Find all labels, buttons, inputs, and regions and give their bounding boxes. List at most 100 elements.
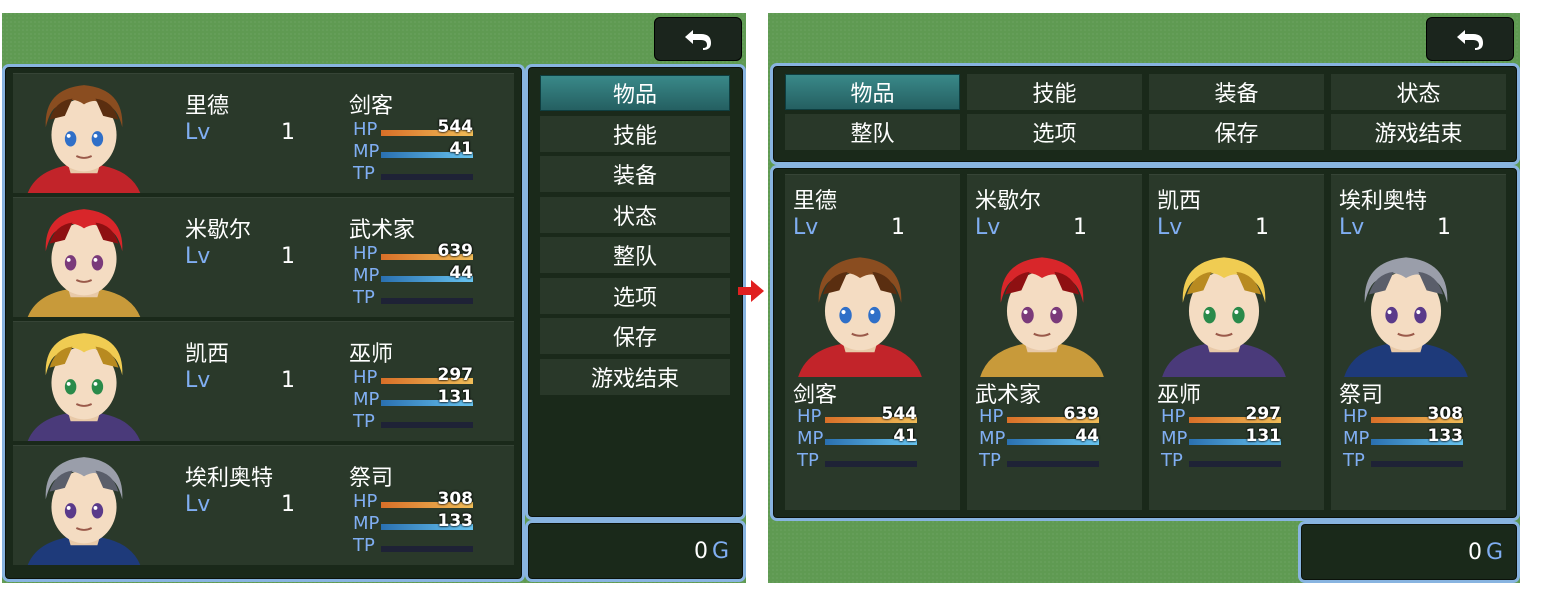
tp-label: TP bbox=[353, 163, 375, 184]
mp-gauge: MP 41 bbox=[797, 427, 917, 451]
gold-value: 0 bbox=[693, 538, 708, 564]
hp-label: HP bbox=[353, 119, 378, 140]
command-6[interactable]: 选项 bbox=[540, 277, 730, 314]
actor-class: 剑客 bbox=[349, 94, 394, 119]
command-3[interactable]: 装备 bbox=[540, 156, 730, 192]
tp-gauge-track bbox=[381, 298, 473, 304]
portrait-michelle bbox=[27, 209, 141, 317]
level-label: Lv bbox=[185, 368, 211, 393]
actor-column[interactable]: 里德 Lv 1 剑客 HP 544 MP 41 TP bbox=[785, 174, 960, 510]
command-1[interactable]: 物品 bbox=[785, 74, 960, 110]
level-label: Lv bbox=[185, 244, 211, 269]
mp-gauge: MP 133 bbox=[353, 512, 473, 536]
hp-label: HP bbox=[1343, 406, 1368, 427]
level-label: Lv bbox=[1339, 215, 1365, 240]
actor-row[interactable]: 埃利奥特 Lv 1 祭司 HP 308 MP 133 TP bbox=[13, 445, 514, 565]
actor-class: 武术家 bbox=[975, 383, 1042, 408]
actor-class: 祭司 bbox=[349, 466, 394, 491]
actor-name: 埃利奥特 bbox=[1339, 189, 1428, 214]
mp-value: 44 bbox=[1075, 426, 1099, 446]
gold-display: 0 G bbox=[1468, 524, 1503, 580]
command-2[interactable]: 技能 bbox=[540, 115, 730, 152]
tp-label: TP bbox=[797, 450, 819, 471]
command-5[interactable]: 整队 bbox=[785, 114, 960, 150]
right-arrow-icon bbox=[738, 280, 764, 302]
mp-value: 44 bbox=[449, 263, 473, 283]
actor-class: 武术家 bbox=[349, 218, 416, 243]
level-value: 1 bbox=[1255, 215, 1269, 240]
tp-label: TP bbox=[979, 450, 1001, 471]
level-label: Lv bbox=[975, 215, 1001, 240]
tp-gauge-track bbox=[1371, 461, 1463, 467]
command-3[interactable]: 装备 bbox=[1149, 74, 1324, 110]
actor-name: 凯西 bbox=[1157, 189, 1202, 214]
mp-label: MP bbox=[353, 141, 380, 162]
command-4[interactable]: 状态 bbox=[540, 196, 730, 233]
mp-label: MP bbox=[797, 428, 824, 449]
actor-portrait bbox=[1157, 243, 1291, 377]
actor-column[interactable]: 米歇尔 Lv 1 武术家 HP 639 MP 44 TP bbox=[967, 174, 1142, 510]
actor-class: 巫师 bbox=[1157, 383, 1202, 408]
hp-label: HP bbox=[353, 491, 378, 512]
command-1[interactable]: 物品 bbox=[540, 75, 730, 111]
tp-gauge: TP bbox=[353, 164, 473, 186]
actor-class: 祭司 bbox=[1339, 383, 1384, 408]
actor-portrait bbox=[17, 75, 151, 193]
menu-screen-vertical: 里德 Lv 1 剑客 HP 544 MP 41 TP 米歇尔 Lv 1 武术家 HP 639 MP 44 TP 凯西… bbox=[2, 13, 746, 583]
actor-name: 里德 bbox=[185, 94, 230, 119]
gauge-group: HP 639 MP 44 TP bbox=[979, 405, 1099, 473]
actor-portrait bbox=[793, 243, 927, 377]
level-value: 1 bbox=[1437, 215, 1451, 240]
hp-label: HP bbox=[797, 406, 822, 427]
back-button[interactable] bbox=[654, 17, 742, 61]
command-5[interactable]: 整队 bbox=[540, 237, 730, 273]
mp-gauge: MP 44 bbox=[979, 426, 1099, 451]
tp-label: TP bbox=[353, 287, 375, 308]
hp-value: 297 bbox=[1245, 404, 1282, 424]
gauge-group: HP 308 MP 133 TP bbox=[353, 489, 474, 558]
level-value: 1 bbox=[281, 120, 295, 145]
tp-label: TP bbox=[1343, 450, 1365, 471]
command-window: 物品技能装备状态整队选项保存游戏结束 bbox=[525, 64, 746, 520]
tp-gauge-track bbox=[381, 546, 473, 552]
actor-column[interactable]: 埃利奥特 Lv 1 祭司 HP 308 MP 133 TP bbox=[1331, 174, 1506, 510]
hp-label: HP bbox=[979, 406, 1004, 427]
mp-label: MP bbox=[353, 389, 380, 410]
tp-gauge: TP bbox=[353, 288, 473, 310]
command-8[interactable]: 游戏结束 bbox=[1331, 114, 1506, 150]
command-2[interactable]: 技能 bbox=[967, 74, 1142, 110]
mp-label: MP bbox=[1343, 428, 1370, 449]
back-button[interactable] bbox=[1426, 17, 1514, 61]
tp-label: TP bbox=[353, 535, 375, 556]
tp-gauge-track bbox=[381, 422, 473, 428]
hp-value: 544 bbox=[881, 404, 918, 424]
tp-label: TP bbox=[353, 411, 375, 432]
gold-display: 0 G bbox=[694, 523, 729, 579]
mp-gauge: MP 133 bbox=[1343, 427, 1463, 451]
command-7[interactable]: 保存 bbox=[540, 318, 730, 354]
hp-label: HP bbox=[353, 243, 378, 264]
command-7[interactable]: 保存 bbox=[1149, 114, 1324, 150]
actor-row[interactable]: 凯西 Lv 1 巫师 HP 297 MP 131 TP bbox=[13, 321, 514, 441]
gauge-group: HP 639 MP 44 TP bbox=[353, 242, 473, 310]
level-label: Lv bbox=[793, 215, 819, 240]
level-label: Lv bbox=[185, 492, 211, 517]
command-8[interactable]: 游戏结束 bbox=[540, 358, 730, 395]
gold-unit: G bbox=[711, 538, 729, 564]
mp-label: MP bbox=[979, 428, 1006, 449]
mp-gauge: MP 131 bbox=[1161, 427, 1281, 451]
hp-value: 308 bbox=[437, 489, 474, 509]
return-arrow-icon bbox=[1457, 30, 1483, 50]
actor-row[interactable]: 里德 Lv 1 剑客 HP 544 MP 41 TP bbox=[13, 73, 514, 193]
actor-portrait bbox=[17, 447, 151, 565]
portrait-elliot bbox=[27, 457, 141, 565]
hp-value: 297 bbox=[437, 365, 474, 385]
command-4[interactable]: 状态 bbox=[1331, 74, 1506, 110]
command-6[interactable]: 选项 bbox=[967, 114, 1142, 150]
gold-unit: G bbox=[1485, 539, 1503, 565]
gold-window: 0 G bbox=[1298, 521, 1520, 583]
actor-row[interactable]: 米歇尔 Lv 1 武术家 HP 639 MP 44 TP bbox=[13, 197, 514, 317]
mp-gauge: MP 41 bbox=[353, 139, 473, 164]
actor-column[interactable]: 凯西 Lv 1 巫师 HP 297 MP 131 TP bbox=[1149, 174, 1324, 510]
mp-value: 41 bbox=[449, 139, 473, 159]
